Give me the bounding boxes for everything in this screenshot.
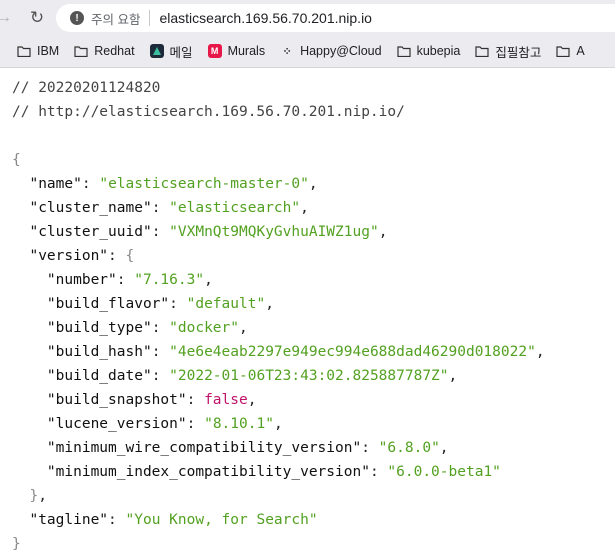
brace-close: } [12,536,21,552]
address-bar[interactable]: ! 주의 요함 elasticsearch.169.56.70.201.nip.… [56,4,615,32]
value-min-index-compat: "6.0.0-beta1" [387,464,501,480]
key-min-wire-compat: "minimum_wire_compatibility_version" [46,440,362,456]
reload-icon[interactable]: ↻ [26,8,48,28]
url-text[interactable]: elasticsearch.169.56.70.201.nip.io [159,10,371,26]
key-build-snapshot: "build_snapshot" [46,392,187,408]
value-build-hash: "4e6e4eab2297e949ec994e688dad46290d01802… [169,344,536,360]
mural-app-icon: M [207,44,222,58]
value-lucene-version: "8.10.1" [204,416,274,432]
warning-icon[interactable]: ! [70,11,84,25]
key-build-flavor: "build_flavor" [46,296,170,312]
key-cluster-uuid: "cluster_uuid" [29,224,152,240]
bookmarks-bar: IBM Redhat 메일 M Murals ⁘ Happy@Cloud kub… [0,35,615,68]
key-version: "version" [29,248,109,264]
key-build-hash: "build_hash" [46,344,152,360]
mail-app-icon [149,44,164,58]
comment-url: // http://elasticsearch.169.56.70.201.ni… [12,104,405,120]
value-cluster-uuid: "VXMnQt9MQKyGvhuAIWZ1ug" [169,224,379,240]
folder-icon [17,45,31,57]
bookmark-writing-ref[interactable]: 집필참고 [475,42,541,61]
bookmark-label: IBM [37,44,60,58]
bookmark-kubepia[interactable]: kubepia [396,44,461,58]
folder-icon [475,45,489,57]
key-lucene-version: "lucene_version" [46,416,187,432]
value-number: "7.16.3" [134,272,205,288]
security-status[interactable]: 주의 요함 [91,9,140,28]
bookmark-ibm[interactable]: IBM [17,44,59,58]
bookmark-murals[interactable]: M Murals [207,44,266,58]
key-number: "number" [46,272,117,288]
folder-icon [396,45,411,57]
value-tagline: "You Know, for Search" [125,512,318,528]
url-divider [149,10,151,26]
folder-icon [556,45,570,57]
version-brace-close: } [29,488,39,504]
bookmark-label: A [576,44,585,58]
value-build-date: "2022-01-06T23:43:02.825887787Z" [169,368,449,384]
value-build-type: "docker" [169,320,240,336]
version-brace-open[interactable]: { [126,248,135,264]
key-build-type: "build_type" [46,320,152,336]
folder-icon [74,45,88,57]
key-build-date: "build_date" [46,368,152,384]
back-arrow-icon[interactable]: → [0,9,14,27]
value-cluster-name: "elasticsearch" [169,200,301,216]
key-cluster-name: "cluster_name" [29,200,152,216]
comment-timestamp: // 20220201124820 [12,80,161,96]
bookmark-label: 집필참고 [495,45,542,60]
bookmark-mail[interactable]: 메일 [149,42,193,61]
key-min-index-compat: "minimum_index_compatibility_version" [46,464,370,480]
bookmark-label: Happy@Cloud [300,44,382,58]
dots-app-icon: ⁘ [282,45,292,58]
value-build-snapshot: false [204,392,248,408]
json-viewer: // 20220201124820 // http://elasticsearc… [12,80,545,552]
value-min-wire-compat: "6.8.0" [378,440,440,456]
key-tagline: "tagline" [29,512,109,528]
bookmark-label: 메일 [169,45,193,60]
bookmark-redhat[interactable]: Redhat [74,44,135,58]
value-build-flavor: "default" [186,296,266,312]
key-name: "name" [29,176,82,192]
value-name: "elasticsearch-master-0" [99,176,309,192]
bookmark-happy-cloud[interactable]: ⁘ Happy@Cloud [280,44,381,58]
bookmark-a[interactable]: A [556,44,585,58]
brace-open: { [12,152,21,168]
bookmark-label: kubepia [416,44,461,58]
browser-toolbar: → ↻ ! 주의 요함 elasticsearch.169.56.70.201.… [0,0,615,35]
bookmark-label: Redhat [94,44,135,58]
bookmark-label: Murals [227,44,266,58]
